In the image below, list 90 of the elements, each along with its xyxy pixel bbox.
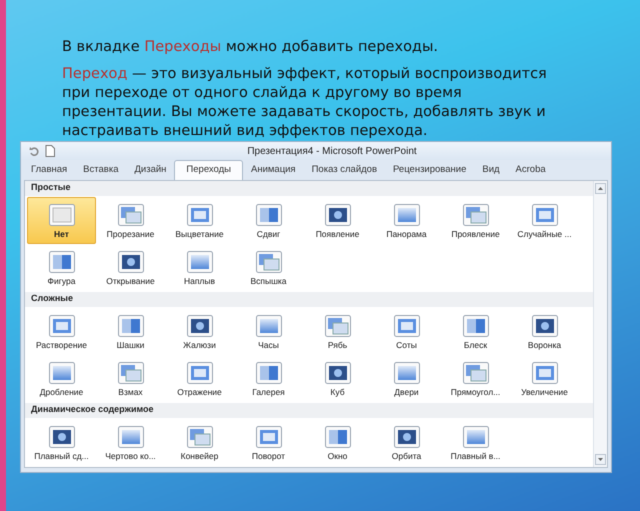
transition-option[interactable]: Выцветание	[165, 197, 234, 244]
slide-thumbnail-icon	[254, 250, 282, 274]
ribbon-tab[interactable]: Вид	[474, 161, 508, 180]
slide-thumbnail-icon	[186, 250, 214, 274]
scroll-up-icon[interactable]	[595, 183, 606, 194]
transition-option[interactable]: Фигура	[27, 244, 96, 291]
slide-thumbnail-icon	[48, 250, 76, 274]
slide-thumbnail-icon	[530, 360, 558, 384]
transition-option[interactable]: Вспышка	[234, 244, 303, 291]
transition-option[interactable]: Часы	[234, 308, 303, 355]
transition-option[interactable]: Панорама	[372, 197, 441, 244]
transition-option[interactable]: Прямоугол...	[441, 355, 510, 402]
transition-option[interactable]: Соты	[372, 308, 441, 355]
slide-thumbnail-icon	[116, 250, 144, 274]
transition-option[interactable]: Проявление	[441, 197, 510, 244]
slide-thumbnail-icon	[48, 314, 76, 338]
transition-option[interactable]: Воронка	[510, 308, 579, 355]
transition-option[interactable]: Прорезание	[96, 197, 165, 244]
slide-thumbnail-icon	[324, 202, 352, 226]
transition-option[interactable]: Чертово ко...	[96, 419, 165, 466]
transition-option[interactable]: Отражение	[165, 355, 234, 402]
transition-option[interactable]: Увеличение	[510, 355, 579, 402]
ribbon-tab[interactable]: Вставка	[75, 161, 126, 180]
slide-thumbnail-icon	[392, 314, 420, 338]
ribbon-tab[interactable]: Дизайн	[126, 161, 174, 180]
ribbon-tab[interactable]: Переходы	[174, 160, 243, 180]
ribbon-tab[interactable]: Acroba	[508, 161, 554, 180]
transition-option[interactable]: Галерея	[234, 355, 303, 402]
transition-option[interactable]: Растворение	[27, 308, 96, 355]
slide-thumbnail-icon	[462, 360, 490, 384]
slide-thumbnail-icon	[462, 202, 490, 226]
slide-thumbnail-icon	[254, 360, 282, 384]
slide-thumbnail-icon	[254, 202, 282, 226]
slide-thumbnail-icon	[186, 360, 214, 384]
transition-option[interactable]: Наплыв	[165, 244, 234, 291]
transition-option[interactable]: Плавный сд...	[27, 419, 96, 466]
slide-thumbnail-icon	[48, 202, 76, 226]
transition-option[interactable]: Случайные ...	[510, 197, 579, 244]
transition-option[interactable]: Дробление	[27, 355, 96, 402]
transition-option[interactable]: Нет	[27, 197, 96, 244]
document-icon[interactable]	[45, 145, 55, 157]
slide-thumbnail-icon	[48, 360, 76, 384]
ribbon-tab[interactable]: Анимация	[242, 161, 304, 180]
transition-option[interactable]: Плавный в...	[441, 419, 510, 466]
slide-thumbnail-icon	[324, 360, 352, 384]
slide-thumbnail-icon	[186, 202, 214, 226]
slide-thumbnail-icon	[462, 424, 490, 448]
scroll-down-icon[interactable]	[595, 454, 606, 465]
slide-thumbnail-icon	[116, 314, 144, 338]
slide-thumbnail-icon	[324, 314, 352, 338]
slide-thumbnail-icon	[392, 202, 420, 226]
slide-thumbnail-icon	[254, 314, 282, 338]
transition-option[interactable]: Орбита	[372, 419, 441, 466]
slide-thumbnail-icon	[392, 424, 420, 448]
transition-option[interactable]: Окно	[303, 419, 372, 466]
slide-thumbnail-icon	[116, 360, 144, 384]
scroll-bar[interactable]	[593, 181, 607, 467]
transition-option[interactable]: Открывание	[96, 244, 165, 291]
undo-icon[interactable]	[29, 146, 39, 156]
ribbon-tab[interactable]: Главная	[23, 161, 76, 180]
transition-option[interactable]: Куб	[303, 355, 372, 402]
slide-heading-text: В вкладке Переходы можно добавить переходы.	[62, 38, 440, 57]
transition-option[interactable]: Сдвиг	[234, 197, 303, 244]
slide-thumbnail-icon	[530, 314, 558, 338]
section-header: Динамическое содержимое	[25, 403, 593, 418]
transition-option[interactable]: Взмах	[96, 355, 165, 402]
slide-thumbnail-icon	[324, 424, 352, 448]
slide-thumbnail-icon	[254, 424, 282, 448]
slide-thumbnail-icon	[392, 360, 420, 384]
section-header: Простые	[25, 181, 593, 196]
ribbon-tab[interactable]: Рецензирование	[385, 161, 474, 180]
transition-option[interactable]: Шашки	[96, 308, 165, 355]
transition-option[interactable]: Конвейер	[165, 419, 234, 466]
ribbon-tab[interactable]: Показ слайдов	[304, 161, 385, 180]
slide-thumbnail-icon	[530, 202, 558, 226]
transition-option[interactable]: Блеск	[441, 308, 510, 355]
transition-option[interactable]: Двери	[372, 355, 441, 402]
slide-thumbnail-icon	[462, 314, 490, 338]
slide-thumbnail-icon	[186, 314, 214, 338]
transition-option[interactable]: Появление	[303, 197, 372, 244]
transition-option[interactable]: Жалюзи	[165, 308, 234, 355]
slide-thumbnail-icon	[116, 202, 144, 226]
slide-thumbnail-icon	[48, 424, 76, 448]
slide-thumbnail-icon	[186, 424, 214, 448]
section-header: Сложные	[25, 292, 593, 307]
slide-thumbnail-icon	[116, 424, 144, 448]
slide-paragraph: Переход — это визуальный эффект, который воспроизводится при переходе от одного слайда к другому во время презентации. Вы можете задавать скорость, добавлять звук и настраивать внешний вид эффектов перехода.	[62, 65, 548, 141]
window-title: Презентация4 - Microsoft PowerPoint	[246, 146, 418, 156]
transition-option[interactable]: Рябь	[303, 308, 372, 355]
transition-option[interactable]: Поворот	[234, 419, 303, 466]
